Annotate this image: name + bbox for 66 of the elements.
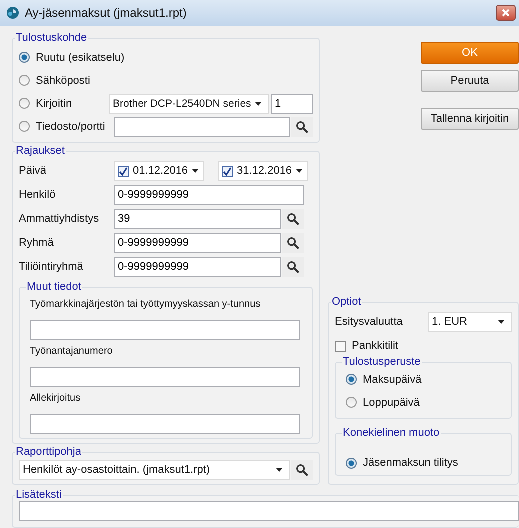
- radio-option[interactable]: Maksupäivä: [346, 368, 501, 391]
- group-title: Optiot: [331, 296, 362, 308]
- caret-icon: [276, 468, 283, 472]
- search-button[interactable]: [282, 257, 304, 277]
- field-label: Työnantajanumero: [30, 346, 114, 357]
- checkbox[interactable]: [335, 340, 346, 352]
- search-button[interactable]: [291, 116, 313, 136]
- search-button[interactable]: [282, 209, 304, 229]
- search-icon: [296, 464, 308, 476]
- input-field[interactable]: [19, 501, 519, 521]
- field-label: Työmarkkinajärjestön tai työttymyyskassan y-tunnus: [30, 299, 262, 310]
- checkmark-icon: [119, 166, 128, 176]
- dropdown[interactable]: 1. EUR: [428, 312, 512, 332]
- group-title: Rajaukset: [15, 145, 66, 157]
- caret-icon: [498, 320, 505, 324]
- field-label: Henkilö: [19, 189, 57, 201]
- close-button[interactable]: [496, 5, 516, 21]
- input-field[interactable]: 0-9999999999: [114, 185, 304, 205]
- checkmark-icon: [223, 166, 232, 176]
- group-title: Konekielinen muoto: [342, 427, 441, 439]
- radio-option[interactable]: Jäsenmaksun tilitys: [346, 457, 501, 469]
- input-field[interactable]: 0-9999999999: [114, 233, 281, 253]
- window-title: Ay-jäsenmaksut (jmaksut1.rpt): [25, 6, 188, 20]
- caret-icon: [296, 169, 304, 173]
- checkbox[interactable]: [222, 166, 233, 176]
- radio-option[interactable]: Ruutu (esikatselu): [19, 52, 125, 64]
- date-picker[interactable]: 31.12.2016: [218, 161, 308, 181]
- radio-option[interactable]: Kirjoitin: [19, 98, 109, 110]
- dialog-button[interactable]: Tallenna kirjoitin: [421, 108, 519, 130]
- caret-icon: [192, 169, 200, 173]
- field-label: Päivä: [19, 165, 48, 177]
- radio-option[interactable]: Tiedosto/portti: [19, 120, 114, 132]
- group-title: Muut tiedot: [26, 281, 82, 293]
- search-icon: [287, 261, 299, 273]
- field-label: Allekirjoitus: [30, 393, 82, 404]
- close-icon: [502, 9, 510, 17]
- field-label: Esitysvaluutta: [335, 316, 403, 328]
- input-field[interactable]: 39: [114, 209, 281, 229]
- radio-option[interactable]: Sähköposti: [19, 74, 114, 86]
- group-title: Lisäteksti: [15, 489, 63, 501]
- date-picker[interactable]: 01.12.2016: [114, 161, 204, 181]
- search-button[interactable]: [291, 460, 313, 480]
- caret-icon: [255, 102, 262, 106]
- checkbox-option[interactable]: Pankkitilit: [335, 340, 512, 352]
- field-label: Ryhmä: [19, 237, 55, 249]
- field-label: Ammattiyhdistys: [19, 213, 100, 225]
- field-label: Tiliöintiryhmä: [19, 261, 84, 273]
- app-logo-icon: [6, 6, 20, 20]
- search-icon: [296, 120, 308, 132]
- input-field[interactable]: [30, 414, 300, 434]
- input-field[interactable]: [30, 367, 300, 387]
- search-icon: [287, 213, 299, 225]
- dropdown[interactable]: Brother DCP-L2540DN series: [109, 94, 269, 114]
- group-title: Raporttipohja: [15, 446, 82, 458]
- input-field[interactable]: 0-9999999999: [114, 257, 281, 277]
- search-button[interactable]: [282, 233, 304, 253]
- input-field[interactable]: [114, 116, 290, 136]
- radio-option[interactable]: Loppupäivä: [346, 391, 501, 414]
- group-title: Tulostuskohde: [15, 32, 88, 44]
- group-title: Tulostusperuste: [342, 356, 422, 368]
- input-field[interactable]: [30, 320, 300, 340]
- checkbox[interactable]: [118, 166, 129, 176]
- search-icon: [287, 237, 299, 249]
- input-field[interactable]: 1: [271, 94, 313, 114]
- dialog-button[interactable]: Peruuta: [421, 70, 519, 92]
- dropdown[interactable]: Henkilöt ay-osastoittain. (jmaksut1.rpt): [19, 460, 290, 480]
